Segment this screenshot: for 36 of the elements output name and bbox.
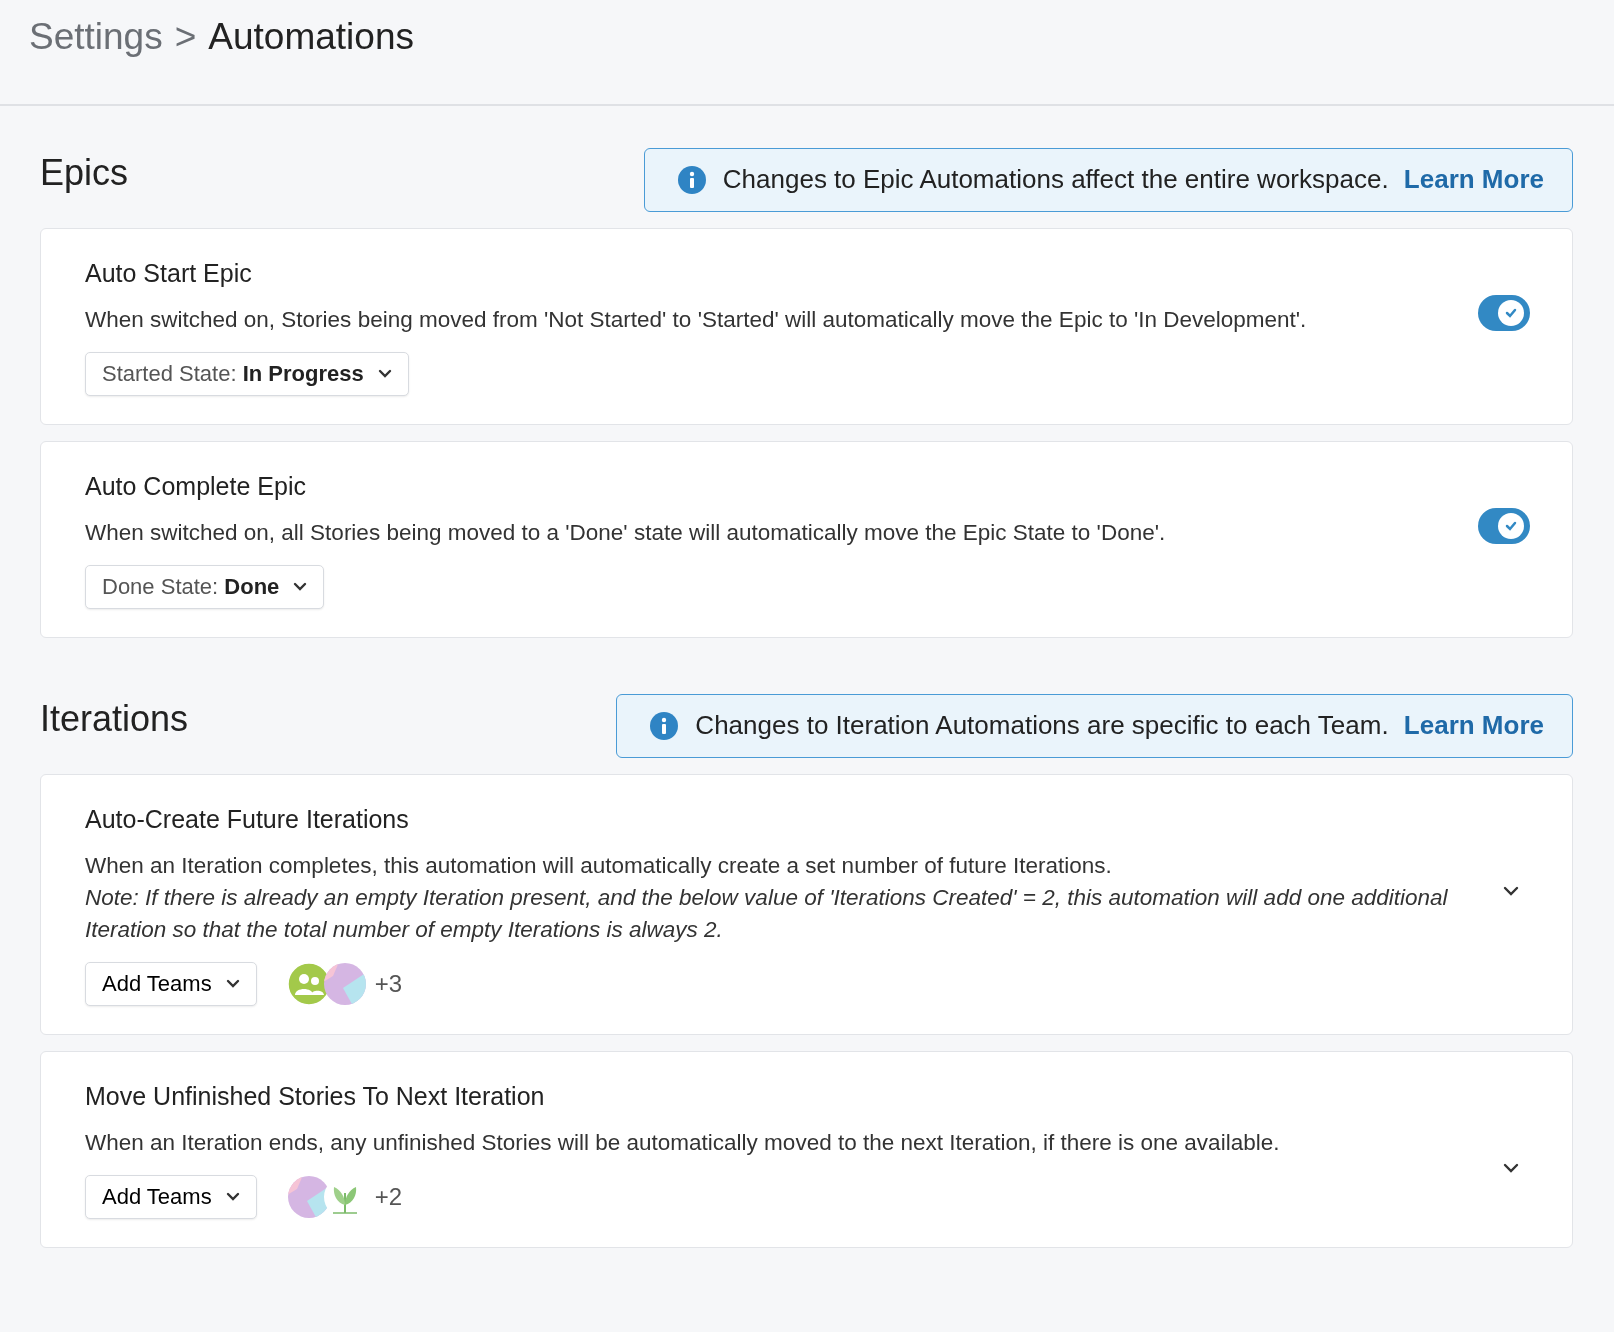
caret-icon: [377, 369, 392, 379]
chevron-icon[interactable]: [1502, 1162, 1520, 1174]
card-title: Auto Complete Epic: [85, 472, 306, 501]
chevron-icon[interactable]: [1502, 885, 1520, 897]
info-icon: [649, 710, 680, 741]
description: When switched on, all Stories being moved to a 'Done' state will automatically move the Epic State to 'Done'.: [85, 519, 1166, 547]
info-text: Changes to Iteration Automations are specific to each Team. Learn More: [695, 710, 1544, 741]
learn-more-link[interactable]: Learn More: [1403, 164, 1544, 194]
section-heading: Epics: [40, 152, 129, 194]
state-dropdown[interactable]: Started State: In Progress: [85, 352, 409, 396]
check-icon: [1504, 306, 1518, 320]
more-count: +3: [374, 970, 403, 998]
page-title: Automations: [208, 16, 414, 58]
learn-more-link[interactable]: Learn More: [1403, 710, 1544, 740]
caret-icon: [225, 979, 240, 989]
breadcrumb-separator: >: [174, 16, 197, 58]
info-icon: [676, 164, 707, 195]
card-title: Auto-Create Future Iterations: [85, 805, 409, 834]
info-text: Changes to Epic Automations affect the entire workspace. Learn More: [722, 164, 1544, 195]
toggle-switch[interactable]: [1478, 508, 1530, 544]
note-text: Note: If there is already an empty Iteration present, and the below value of 'Iterations Created' = 2, this automation will add one additional Iteration so that the total number of empty Iterations is always 2.: [85, 884, 1449, 944]
add-teams-button[interactable]: Add Teams: [85, 962, 257, 1006]
caret-icon: [293, 582, 308, 592]
state-dropdown[interactable]: Done State: Done: [85, 565, 325, 609]
toggle-switch[interactable]: [1478, 295, 1530, 331]
description: When switched on, Stories being moved from 'Not Started' to 'Started' will automatically move the Epic to 'In Development'.: [85, 306, 1307, 334]
card-title: Move Unfinished Stories To Next Iteration: [85, 1082, 545, 1111]
description: When an Iteration completes, this automation will automatically create a set number of future Iterations.: [85, 852, 1112, 880]
description: When an Iteration ends, any unfinished Stories will be automatically moved to the next Iteration, if there is one available.: [85, 1129, 1280, 1157]
caret-icon: [225, 1192, 240, 1202]
add-teams-button[interactable]: Add Teams: [85, 1175, 257, 1219]
more-count: +2: [374, 1183, 403, 1211]
check-icon: [1504, 519, 1518, 533]
section-heading: Iterations: [40, 698, 189, 740]
card-title: Auto Start Epic: [85, 259, 252, 288]
breadcrumb-link[interactable]: Settings: [29, 16, 163, 58]
